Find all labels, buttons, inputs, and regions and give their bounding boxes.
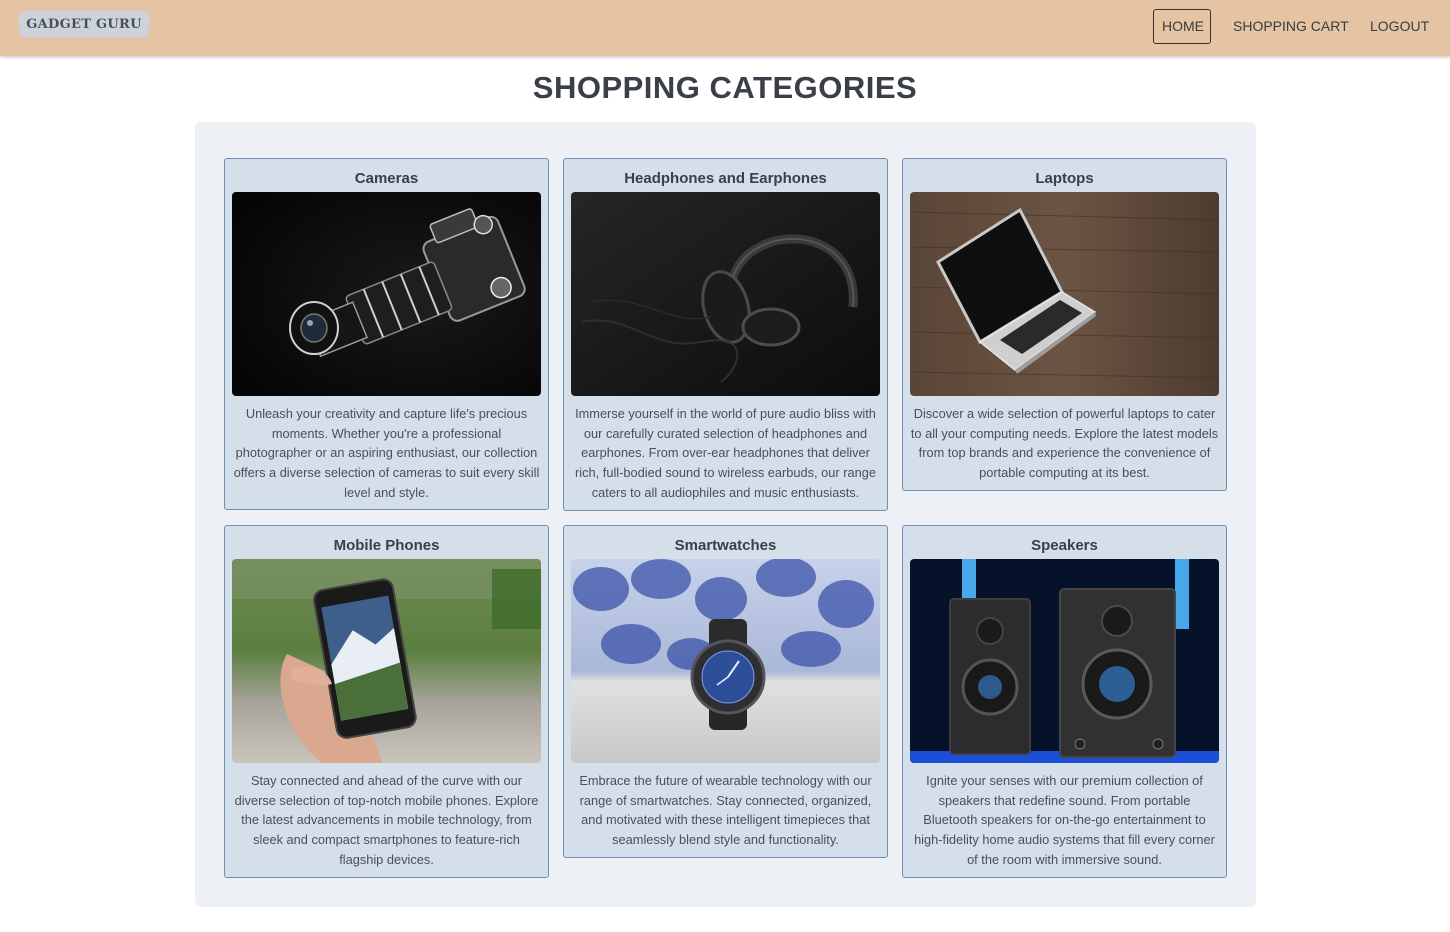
brand-logo[interactable]: GADGET GURU [18, 11, 150, 37]
category-title: Smartwatches [674, 537, 777, 554]
category-description: Stay connected and ahead of the curve wi… [234, 773, 539, 867]
category-description: Discover a wide selection of powerful la… [910, 406, 1219, 481]
category-card-headphones[interactable]: Headphones and Earphones Immerse yoursel… [563, 158, 888, 511]
category-description: Unleash your creativity and capture life… [233, 406, 540, 500]
category-description: Embrace the future of wearable technolog… [579, 773, 872, 848]
camera-photo[interactable] [232, 192, 541, 396]
category-card-mobile-phones[interactable]: Mobile Phones Stay connected and ahead o… [224, 525, 549, 878]
nav-home-link[interactable]: HOME [1153, 9, 1211, 44]
category-title: Speakers [1031, 537, 1098, 554]
nav-logout-link[interactable]: LOGOUT [1361, 9, 1438, 44]
speakers-photo[interactable] [910, 559, 1219, 763]
category-title: Headphones and Earphones [624, 170, 827, 187]
laptop-photo[interactable] [910, 192, 1219, 396]
category-card-smartwatches[interactable]: Smartwatches Embrace the future of weara… [563, 525, 888, 858]
category-card-speakers[interactable]: Speakers Ignite your senses with our pre… [902, 525, 1227, 878]
category-card-laptops[interactable]: Laptops Discover a wide selection of pow… [902, 158, 1227, 491]
category-description: Ignite your senses with our premium coll… [914, 773, 1215, 867]
page-title: SHOPPING CATEGORIES [532, 70, 918, 105]
top-navbar: GADGET GURU HOME SHOPPING CART LOGOUT [0, 0, 1450, 56]
smartwatch-photo[interactable] [571, 559, 880, 763]
category-title: Cameras [354, 170, 419, 187]
category-card-cameras[interactable]: Cameras Unleash your creativity and capt… [224, 158, 549, 510]
category-title: Laptops [1035, 170, 1094, 187]
mobile-phone-photo[interactable] [232, 559, 541, 763]
nav-shopping-cart-link[interactable]: SHOPPING CART [1224, 9, 1358, 44]
category-title: Mobile Phones [333, 537, 440, 554]
headphones-photo[interactable] [571, 192, 880, 396]
category-description: Immerse yourself in the world of pure au… [575, 406, 876, 500]
